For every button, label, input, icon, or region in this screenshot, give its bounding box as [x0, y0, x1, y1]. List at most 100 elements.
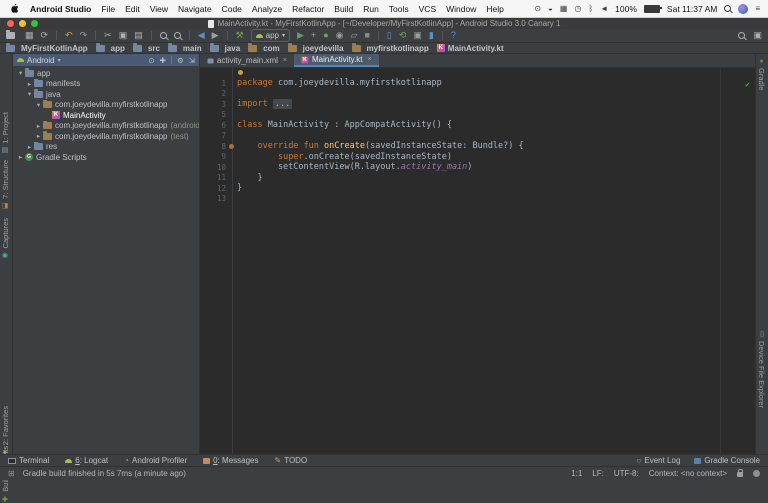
avd-manager-icon[interactable]: ▯ — [387, 31, 392, 40]
menu-refactor[interactable]: Refactor — [287, 0, 329, 18]
tool-window-button-terminal[interactable]: Terminal — [8, 456, 49, 465]
back-icon[interactable]: ◀ — [198, 31, 205, 40]
tree-item-com-joeydevilla-myfirstkotlinapp[interactable]: ▾ com.joeydevilla.myfirstkotlinapp — [13, 99, 199, 111]
expander-icon[interactable]: ▸ — [25, 143, 34, 151]
app-status-icon-2[interactable]: ◒ — [548, 4, 553, 13]
breadcrumb-item-src[interactable]: src — [132, 42, 160, 53]
menu-run[interactable]: Run — [358, 0, 384, 18]
cut-icon[interactable]: ✂ — [104, 31, 112, 40]
expander-icon[interactable]: ▸ — [34, 132, 43, 140]
breadcrumb-item-myfirstkotlinapp[interactable]: myfirstkotlinapp — [351, 42, 429, 53]
window-title-bar[interactable]: MainActivity.kt - MyFirstKotlinApp - [~/… — [0, 18, 768, 29]
sdk-manager-icon[interactable]: ▣ — [413, 31, 422, 40]
close-window-button[interactable] — [7, 20, 14, 27]
menu-file[interactable]: File — [96, 0, 120, 18]
coverage-icon[interactable]: ◉ — [336, 31, 344, 40]
minimize-window-button[interactable] — [19, 20, 26, 27]
paste-icon[interactable]: ▤ — [134, 31, 143, 40]
line-separator-indicator[interactable]: LF: — [592, 469, 604, 478]
make-project-icon[interactable]: ⚒ — [236, 31, 244, 40]
caret-position[interactable]: 1:1 — [571, 469, 582, 478]
tool-window-button-event-log[interactable]: ○ Event Log — [637, 456, 681, 465]
expander-icon[interactable]: ▸ — [16, 153, 25, 161]
apply-changes-icon[interactable]: + — [311, 31, 316, 40]
close-tab-icon[interactable]: × — [368, 56, 372, 63]
profile-icon[interactable]: ▱ — [351, 31, 358, 40]
expander-icon[interactable]: ▾ — [25, 90, 34, 98]
menu-build[interactable]: Build — [329, 0, 358, 18]
sync-gradle-icon[interactable]: ⟲ — [399, 31, 407, 40]
breadcrumb-item-mainactivity-kt[interactable]: K MainActivity.kt — [436, 44, 504, 53]
switcher-icon[interactable]: ▣ — [753, 31, 762, 40]
device-monitor-icon[interactable]: ▮ — [429, 31, 434, 40]
menu-android-studio[interactable]: Android Studio — [25, 0, 96, 18]
display-status-icon[interactable]: ▦ — [560, 4, 568, 13]
forward-icon[interactable]: ▶ — [212, 31, 219, 40]
breadcrumb-item-myfirstkotlinapp[interactable]: MyFirstKotlinApp — [6, 42, 88, 53]
help-icon[interactable]: ? — [451, 31, 456, 40]
bluetooth-status-icon[interactable]: ᛒ — [588, 4, 593, 13]
debug-icon[interactable]: ● — [323, 31, 328, 40]
tool-strip-tab-captures[interactable]: ◉ Captures — [1, 218, 10, 259]
menu-view[interactable]: View — [145, 0, 173, 18]
replace-icon[interactable] — [173, 32, 181, 39]
find-icon[interactable] — [159, 32, 167, 39]
tool-window-button-gradle-console[interactable]: Gradle Console — [694, 456, 760, 465]
tree-item-gradle-scripts[interactable]: ▸ G Gradle Scripts — [13, 152, 199, 163]
menu-edit[interactable]: Edit — [120, 0, 145, 18]
apple-menu-icon[interactable] — [0, 3, 25, 14]
breadcrumb-item-com[interactable]: com — [248, 42, 280, 53]
expander-icon[interactable]: ▾ — [16, 69, 25, 77]
menu-window[interactable]: Window — [441, 0, 481, 18]
battery-icon[interactable] — [643, 4, 662, 13]
tree-item-res[interactable]: ▸ res — [13, 141, 199, 153]
editor-tab-activity-main-xml[interactable]: activity_main.xml × — [200, 54, 294, 67]
tool-window-button-0-messages[interactable]: 0: Messages — [203, 456, 259, 465]
editor-tab-mainactivity-kt[interactable]: K MainActivity.kt × — [294, 54, 379, 67]
app-status-icon-1[interactable]: ⊙ — [534, 4, 541, 13]
tree-item-com-joeydevilla-myfirstkotlinapp[interactable]: ▸ com.joeydevilla.myfirstkotlinapp (test) — [13, 131, 199, 142]
breadcrumb-item-main[interactable]: main — [167, 42, 202, 53]
tree-item-com-joeydevilla-myfirstkotlinapp[interactable]: ▸ com.joeydevilla.myfirstkotlinapp (androi… — [13, 120, 199, 132]
menu-code[interactable]: Code — [217, 0, 247, 18]
expander-icon[interactable]: ▾ — [34, 101, 43, 109]
menu-navigate[interactable]: Navigate — [173, 0, 217, 18]
open-icon[interactable] — [6, 30, 15, 39]
collapse-all-icon[interactable]: ✚ — [160, 56, 166, 65]
expander-icon[interactable]: ▸ — [34, 122, 43, 130]
tool-strip-tab-device-file-explorer[interactable]: ▯ Device File Explorer — [757, 330, 766, 408]
breadcrumb-item-app[interactable]: app — [95, 42, 125, 53]
close-tab-icon[interactable]: × — [283, 57, 287, 64]
expander-icon[interactable]: ▸ — [25, 80, 34, 88]
encoding-indicator[interactable]: UTF-8: — [614, 469, 639, 478]
menu-analyze[interactable]: Analyze — [247, 0, 287, 18]
run-icon[interactable]: ▶ — [297, 31, 304, 40]
tool-window-switcher-icon[interactable]: ⊞ — [8, 469, 15, 478]
tool-window-button-android-profiler[interactable]: ◔ Android Profiler — [124, 456, 187, 465]
tool-strip-tab-7-structure[interactable]: ◧ 7: Structure — [1, 160, 10, 210]
time-machine-status-icon[interactable]: ◷ — [574, 4, 581, 13]
menu-bar-clock[interactable]: Sat 11:37 AM — [667, 4, 717, 14]
undo-icon[interactable]: ↶ — [65, 31, 73, 40]
tree-item-app[interactable]: ▾ app — [13, 68, 199, 79]
hide-panel-icon[interactable]: ⇲ — [189, 56, 195, 65]
tree-item-java[interactable]: ▾ java — [13, 89, 199, 100]
breadcrumb-item-joeydevilla[interactable]: joeydevilla — [287, 42, 344, 53]
tree-item-manifests[interactable]: ▸ manifests — [13, 78, 199, 90]
read-only-lock-icon[interactable] — [737, 469, 743, 477]
breadcrumb-item-java[interactable]: java — [209, 42, 240, 53]
notification-center-icon[interactable]: ≡ — [755, 4, 760, 13]
stop-icon[interactable]: ■ — [364, 31, 369, 40]
tree-item-mainactivity[interactable]: K MainActivity — [13, 110, 199, 121]
tool-strip-tab-1-project[interactable]: ▤ 1: Project — [1, 112, 10, 155]
volume-status-icon[interactable]: ◄ — [600, 4, 608, 13]
copy-icon[interactable]: ▣ — [119, 31, 128, 40]
menu-tools[interactable]: Tools — [384, 0, 414, 18]
scroll-from-source-icon[interactable]: ⊙ — [148, 56, 154, 65]
settings-icon[interactable]: ⚙ — [177, 56, 184, 65]
highlighting-level-icon[interactable] — [753, 470, 760, 477]
save-all-icon[interactable]: ▦ — [25, 31, 34, 40]
zoom-window-button[interactable] — [31, 20, 38, 27]
spotlight-icon[interactable] — [724, 5, 732, 12]
tool-window-button-todo[interactable]: ✎ TODO — [275, 456, 308, 465]
